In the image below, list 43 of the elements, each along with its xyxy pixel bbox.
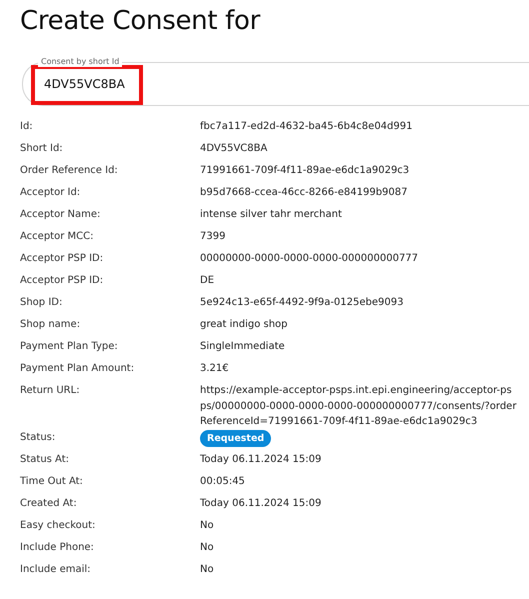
detail-label: Acceptor PSP ID: — [20, 252, 104, 266]
detail-label: Short Id: — [20, 142, 64, 156]
field-label: Consent by short Id — [38, 57, 122, 67]
detail-value: 4DV55VC8BA — [200, 143, 268, 154]
detail-label: Created At: — [20, 496, 78, 510]
detail-label: Shop ID: — [20, 296, 64, 310]
detail-value: https://example-acceptor-psps.int.epi.engineering/acceptor-psps/00000000-0000-0000-0000-000000000777/consents/?orderReferenceId=71991661-709f-4f11-89ae-e6dc1a9029c3 — [200, 385, 516, 427]
detail-label: Acceptor Name: — [20, 208, 102, 222]
detail-value: intense silver tahr merchant — [200, 209, 342, 220]
detail-label: Acceptor PSP ID: — [20, 274, 104, 288]
detail-label: Include email: — [20, 562, 92, 576]
detail-label: Status At: — [20, 452, 70, 466]
detail-value: 71991661-709f-4f11-89ae-e6dc1a9029c3 — [200, 165, 410, 176]
page-title: Create Consent for — [20, 5, 262, 38]
detail-label: Acceptor Id: — [20, 186, 82, 200]
detail-label: Payment Plan Type: — [20, 340, 119, 354]
detail-label: Payment Plan Amount: — [20, 362, 136, 376]
detail-label: Include Phone: — [20, 540, 95, 554]
detail-value: No — [200, 520, 214, 530]
detail-label: Acceptor MCC: — [20, 230, 94, 244]
detail-label: Id: — [20, 120, 34, 134]
field-value: 4DV55VC8BA — [44, 77, 125, 91]
detail-value: 00:05:45 — [200, 476, 245, 486]
detail-value: 3.21€ — [200, 363, 229, 374]
detail-value: Today 06.11.2024 15:09 — [200, 498, 322, 508]
detail-label: Shop name: — [20, 318, 82, 332]
detail-value: No — [200, 542, 214, 552]
status-badge: Requested — [200, 430, 272, 446]
detail-value: 00000000-0000-0000-0000-000000000777 — [200, 253, 418, 264]
detail-value: No — [200, 564, 214, 574]
detail-value: DE — [200, 275, 214, 286]
detail-value: 5e924c13-e65f-4492-9f9a-0125ebe9093 — [200, 297, 404, 308]
detail-value: b95d7668-ccea-46cc-8266-e84199b9087 — [200, 187, 408, 198]
detail-label: Time Out At: — [20, 474, 84, 488]
detail-label: Return URL: — [20, 384, 81, 398]
detail-value: Today 06.11.2024 15:09 — [200, 454, 322, 464]
detail-value: fbc7a117-ed2d-4632-ba45-6b4c8e04d991 — [200, 121, 412, 132]
detail-label: Status: — [20, 430, 56, 444]
detail-value: SingleImmediate — [200, 341, 285, 352]
detail-value: great indigo shop — [200, 319, 288, 330]
detail-label: Order Reference Id: — [20, 164, 119, 178]
detail-value: 7399 — [200, 231, 226, 242]
detail-label: Easy checkout: — [20, 518, 96, 532]
